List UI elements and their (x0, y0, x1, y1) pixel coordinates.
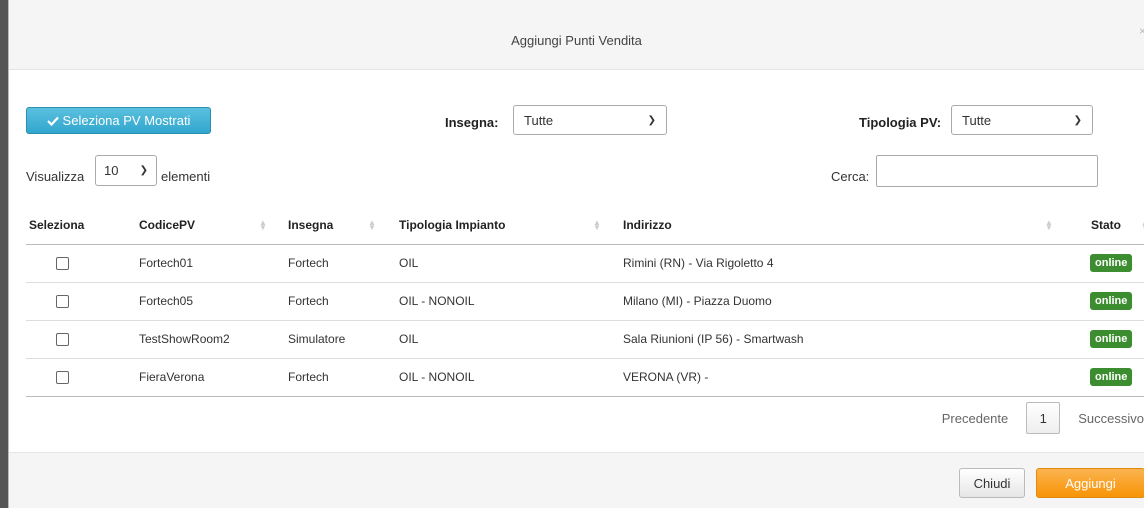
modal-header: Aggiungi Punti Vendita × (9, 0, 1144, 70)
close-button[interactable]: Chiudi (959, 468, 1025, 498)
row-checkbox[interactable] (56, 295, 69, 309)
page-length-value: 10 (104, 163, 119, 178)
pagination: Precedente 1 Successivo (942, 400, 1144, 436)
row-checkbox[interactable] (56, 257, 69, 271)
chevron-down-icon: ❯ (139, 165, 148, 176)
tipologia-cell: OIL (399, 244, 623, 283)
select-cell (26, 282, 139, 321)
column-header-seleziona: Seleziona (26, 206, 139, 245)
column-header-codicepv[interactable]: CodicePV ▲ ▼ (139, 206, 288, 245)
add-button[interactable]: Aggiungi (1036, 468, 1144, 498)
select-cell (26, 320, 139, 359)
codice-cell: Fortech05 (139, 282, 288, 321)
status-badge: online (1090, 292, 1133, 310)
checkmark-icon (46, 116, 59, 126)
stato-cell: online (1075, 244, 1144, 283)
indirizzo-cell: Rimini (RN) - Via Rigoletto 4 (623, 244, 1075, 283)
length-prefix-label: Visualizza (26, 169, 85, 184)
codice-cell: FieraVerona (139, 358, 288, 397)
indirizzo-cell: VERONA (VR) - (623, 358, 1075, 397)
search-input[interactable] (876, 155, 1098, 187)
codice-cell: Fortech01 (139, 244, 288, 283)
stato-cell: online (1075, 320, 1144, 359)
column-header-tipologia[interactable]: Tipologia Impianto ▲ ▼ (399, 206, 623, 245)
status-badge: online (1090, 368, 1133, 386)
sort-icon: ▲▼ (593, 218, 601, 232)
column-header-insegna[interactable]: Insegna ▲ ▼ (288, 206, 399, 245)
sort-icon: ▲▼ (259, 218, 267, 232)
row-checkbox[interactable] (56, 333, 69, 347)
add-points-of-sale-modal: Aggiungi Punti Vendita × Seleziona PV Mo… (8, 0, 1144, 508)
indirizzo-cell: Milano (MI) - Piazza Duomo (623, 282, 1075, 321)
indirizzo-cell: Sala Riunioni (IP 56) - Smartwash (623, 320, 1075, 359)
tipologia-select[interactable]: Tutte ❯ (951, 105, 1093, 135)
row-checkbox[interactable] (56, 371, 69, 385)
insegna-cell: Fortech (288, 244, 399, 283)
tipologia-filter-label: Tipologia PV: (859, 115, 942, 130)
length-suffix-label: elementi (161, 169, 211, 184)
sort-icon: ▲▼ (1045, 218, 1053, 232)
chevron-down-icon: ❯ (647, 114, 656, 126)
status-badge: online (1090, 330, 1133, 348)
table-row: Fortech01 Fortech OIL Rimini (RN) - Via … (26, 244, 1144, 283)
insegna-select[interactable]: Tutte ❯ (513, 105, 667, 135)
tipologia-cell: OIL - NONOIL (399, 358, 623, 397)
insegna-filter-label: Insegna: (445, 115, 499, 130)
insegna-cell: Fortech (288, 358, 399, 397)
insegna-cell: Simulatore (288, 320, 399, 359)
select-cell (26, 358, 139, 397)
previous-page-button[interactable]: Precedente (942, 411, 1009, 426)
tipologia-cell: OIL (399, 320, 623, 359)
table-header-row: Seleziona CodicePV ▲ ▼ Insegna ▲ ▼ Tipologia… (26, 206, 1144, 245)
close-icon[interactable]: × (1139, 24, 1144, 38)
select-shown-button[interactable]: Seleziona PV Mostrati (26, 107, 211, 134)
modal-title: Aggiungi Punti Vendita (511, 33, 642, 48)
tipologia-cell: OIL - NONOIL (399, 282, 623, 321)
points-of-sale-table: Seleziona CodicePV ▲ ▼ Insegna ▲ ▼ Tipologia… (26, 206, 1144, 397)
table-row: FieraVerona Fortech OIL - NONOIL VERONA … (26, 358, 1144, 397)
select-cell (26, 244, 139, 283)
table-row: TestShowRoom2 Simulatore OIL Sala Riunio… (26, 320, 1144, 359)
search-label: Cerca: (831, 169, 870, 184)
modal-footer: Chiudi Aggiungi (9, 452, 1144, 508)
column-header-stato[interactable]: Stato▲▼ (1075, 206, 1144, 245)
insegna-cell: Fortech (288, 282, 399, 321)
stato-cell: online (1075, 282, 1144, 321)
page-length-select[interactable]: 10 ❯ (95, 155, 157, 186)
status-badge: online (1090, 254, 1133, 272)
stato-cell: online (1075, 358, 1144, 397)
column-header-indirizzo[interactable]: Indirizzo ▲ ▼ (623, 206, 1075, 245)
chevron-down-icon: ❯ (1073, 114, 1082, 126)
sort-icon: ▲▼ (368, 218, 376, 232)
select-shown-label: Seleziona PV Mostrati (62, 113, 191, 128)
next-page-button[interactable]: Successivo (1078, 411, 1144, 426)
codice-cell: TestShowRoom2 (139, 320, 288, 359)
table-row: Fortech05 Fortech OIL - NONOIL Milano (M… (26, 282, 1144, 321)
insegna-selected-value: Tutte (524, 112, 554, 128)
page-number-button[interactable]: 1 (1026, 402, 1061, 434)
tipologia-selected-value: Tutte (962, 112, 992, 128)
